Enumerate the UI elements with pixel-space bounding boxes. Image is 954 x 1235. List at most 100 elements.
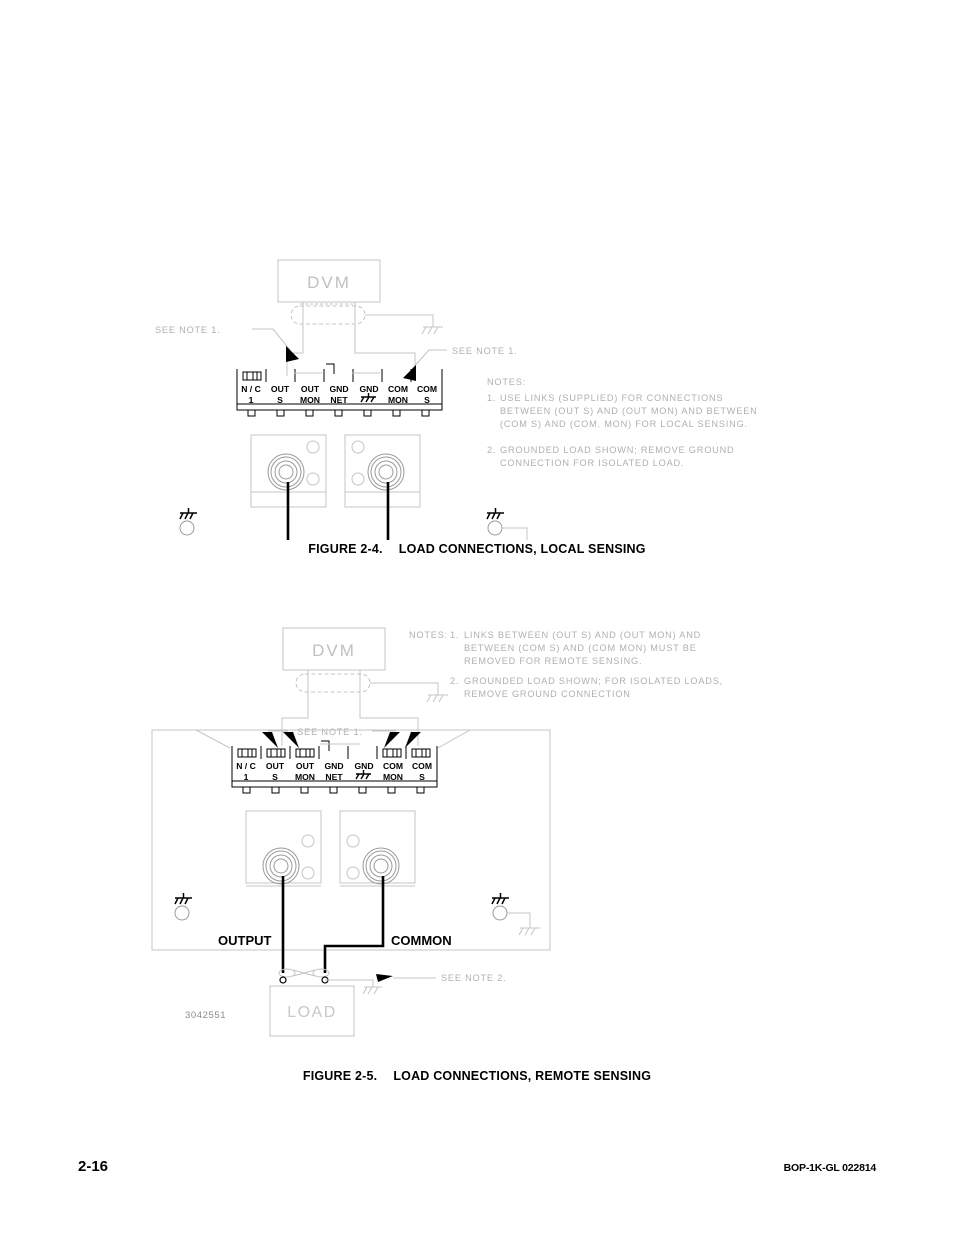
arrowhead-out-s (262, 732, 278, 748)
note2-1-line-2: BETWEEN (COM S) AND (COM MON) MUST BE (464, 643, 697, 653)
figure-2-5-caption: FIGURE 2-5. LOAD CONNECTIONS, REMOTE SENS… (0, 1069, 954, 1083)
common-wire-2 (323, 876, 385, 973)
callout-note2-arrowhead-2 (376, 974, 393, 982)
terminal-label-6-bottom: MON (388, 395, 408, 405)
note2-1-line-3: REMOVED FOR REMOTE SENSING. (464, 656, 642, 666)
cable-shield-oval (290, 305, 366, 325)
terminal2-label-1-bottom: 1 (244, 772, 249, 782)
page-footer: 2-16 BOP-1K-GL 022814 (0, 1158, 954, 1182)
right-ground-lead-2 (507, 912, 531, 928)
enclosure-leader-left (152, 729, 231, 749)
left-chassis-ground-group-2 (174, 893, 192, 921)
figure-2-5-caption-title: LOAD CONNECTIONS, REMOTE SENSING (393, 1069, 652, 1083)
right-earth-ground-icon-2 (518, 927, 540, 936)
right-chassis-ground-icon-2 (491, 893, 509, 905)
figure-2-4-diagram: DVM SEE NOTE 1. SEE NOTE 1. N / C 1 OUT … (0, 120, 954, 642)
drawing-number-2: 3042551 (185, 1010, 226, 1021)
terminal2-label-1-top: N / C (236, 761, 256, 771)
note-2-line-2: CONNECTION FOR ISOLATED LOAD. (500, 458, 684, 468)
figure-2-4-caption-title: LOAD CONNECTIONS, LOCAL SENSING (398, 542, 646, 556)
note-1-line-2: BETWEEN (OUT S) AND (OUT MON) AND BETWEE… (500, 406, 758, 416)
page-number: 2-16 (78, 1158, 109, 1175)
common-label-2: COMMON (391, 933, 452, 948)
chassis-enclosure-outline (151, 729, 551, 951)
right-ground-stud-2 (492, 905, 508, 921)
note2-2-number: 2. (450, 676, 459, 686)
terminal-link-gnd-2 (321, 740, 330, 751)
terminal2-label-6-bottom: MON (383, 772, 403, 782)
terminal-labels-remote: N / C 1 OUT S OUT MON GND NET GND COM MO… (236, 761, 432, 782)
callout-right-leader (411, 349, 447, 370)
terminal2-label-5-top: GND (354, 761, 373, 771)
left-ground-stud (179, 520, 195, 536)
terminal-label-1-bottom: 1 (249, 395, 254, 405)
output-label-2: OUTPUT (218, 933, 272, 948)
load-earth-ground-icon-2 (362, 986, 382, 995)
figure-2-4-caption-number: FIGURE 2-4. (308, 542, 383, 556)
left-chassis-ground-group (179, 508, 197, 536)
terminal2-label-7-bottom: S (419, 772, 425, 782)
note-2-line-1: GROUNDED LOAD SHOWN; REMOVE GROUND (500, 445, 734, 455)
notes-heading-2: NOTES: (409, 630, 448, 640)
notes-heading: NOTES: (487, 377, 526, 387)
note-1-line-3: (COM S) AND (COM. MON) FOR LOCAL SENSING… (500, 419, 748, 429)
terminal-label-5-top: GND (359, 384, 378, 394)
shield-earth-ground-icon-2 (426, 694, 448, 703)
left-chassis-ground-icon-2 (174, 893, 192, 905)
terminal-screw-com-mon (382, 748, 402, 758)
notes-block-local: NOTES: 1. USE LINKS (SUPPLIED) FOR CONNE… (487, 377, 758, 468)
dvm-wire-to-com-s (354, 325, 416, 376)
document-id: BOP-1K-GL 022814 (783, 1162, 877, 1174)
terminal2-label-2-bottom: S (272, 772, 278, 782)
output-binding-post-icon (267, 453, 305, 491)
terminal-label-6-top: COM (388, 384, 408, 394)
dvm-label: DVM (307, 273, 351, 292)
callout-left-leader (252, 328, 291, 351)
note2-1-number: 1. (450, 630, 459, 640)
terminal2-label-2-top: OUT (266, 761, 285, 771)
callout-see-note-2-label-2: SEE NOTE 2. (441, 973, 506, 983)
terminal2-label-4-bottom: NET (325, 772, 343, 782)
dvm-label-2: DVM (312, 641, 356, 660)
arrowhead-com-mon (384, 732, 400, 748)
right-ground-lead (502, 527, 528, 542)
right-chassis-ground-group-2 (491, 893, 540, 936)
common-binding-post-icon (367, 453, 405, 491)
enclosure-leader-right (437, 729, 550, 749)
terminal-earth-ground-icon-2 (355, 770, 371, 780)
terminal-labels-local: N / C 1 OUT S OUT MON GND NET GND COM MO… (241, 384, 437, 405)
output-load-node-2 (279, 976, 287, 984)
common-post-panel-2 (339, 810, 416, 887)
shield-earth-ground-icon (421, 326, 443, 335)
document-page: DVM SEE NOTE 1. SEE NOTE 1. N / C 1 OUT … (0, 0, 954, 1235)
callout-see-note-1-right-label: SEE NOTE 1. (452, 346, 517, 356)
terminal-link-gnd (326, 363, 335, 374)
terminal-screw-com-s (411, 748, 431, 758)
terminal-label-1-top: N / C (241, 384, 261, 394)
terminal-label-2-top: OUT (271, 384, 290, 394)
terminal2-label-3-bottom: MON (295, 772, 315, 782)
note2-1-line-1: LINKS BETWEEN (OUT S) AND (OUT MON) AND (464, 630, 701, 640)
arrowhead-com-s (405, 732, 421, 748)
load-label-2: LOAD (287, 1004, 337, 1021)
callout-see-note-1-center-label: SEE NOTE 1. (297, 727, 362, 737)
terminal-screws-remote (237, 748, 431, 758)
left-chassis-ground-icon (179, 508, 197, 520)
figure-2-4-caption: FIGURE 2-4. LOAD CONNECTIONS, LOCAL SENSI… (0, 542, 954, 556)
note2-2-line-1: GROUNDED LOAD SHOWN; FOR ISOLATED LOADS, (464, 676, 723, 686)
figure-2-4-svg: DVM SEE NOTE 1. SEE NOTE 1. N / C 1 OUT … (155, 259, 758, 642)
note-2-number: 2. (487, 445, 496, 455)
terminal-label-2-bottom: S (277, 395, 283, 405)
notes-block-remote: NOTES: 1. LINKS BETWEEN (OUT S) AND (OUT… (409, 630, 723, 699)
figure-2-5-caption-number: FIGURE 2-5. (302, 1069, 378, 1083)
output-binding-post-icon-2 (262, 847, 300, 885)
terminal-label-4-top: GND (329, 384, 348, 394)
output-post-panel-2 (245, 810, 322, 887)
terminal2-label-7-top: COM (412, 761, 432, 771)
callout-left-arrowhead (286, 346, 299, 362)
terminal-screw-out-mon (295, 748, 315, 758)
twisted-pair-detail-2 (278, 968, 330, 978)
note2-2-line-2: REMOVE GROUND CONNECTION (464, 689, 631, 699)
common-wire (328, 482, 390, 578)
terminal-screw-nc (242, 371, 262, 381)
